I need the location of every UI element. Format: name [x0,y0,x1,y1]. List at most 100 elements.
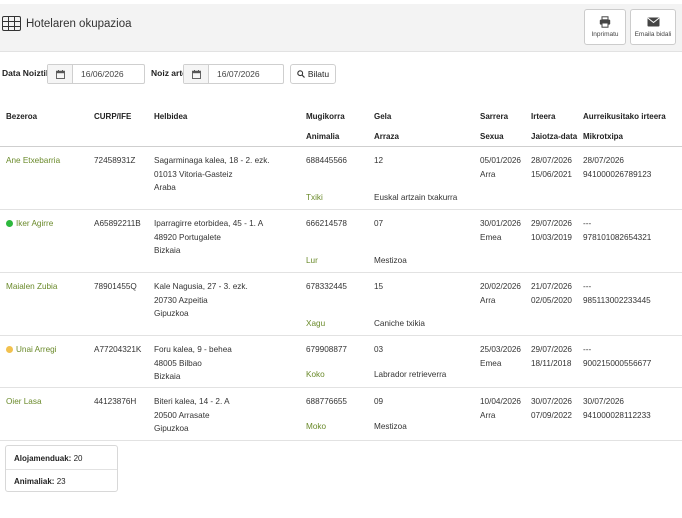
cell-birth: 07/09/2022 [531,409,572,423]
cell-addr2: 48005 Bilbao [154,357,202,371]
table-row: Ane Etxebarria 72458931Z Sagarminaga kalea… [0,147,682,210]
cell-checkin: 25/03/2026 [480,343,521,357]
cell-breed: Caniche txikia [374,317,425,331]
calendar-icon [48,65,73,83]
checkin-text: 30/01/2026 [480,219,521,228]
cell-addr1: Kale Nagusia, 27 - 3. ezk. [154,280,248,294]
breed-text: Mestizoa [374,256,407,265]
col-breed: Arraza [374,132,399,141]
checkin-text: 05/01/2026 [480,156,521,165]
addr2-text: 01013 Vitoria-Gasteiz [154,169,233,179]
birth-text: 10/03/2019 [531,233,572,242]
chip-text: 900215000556677 [583,359,652,368]
cell-chip: 941000026789123 [583,168,651,182]
phone-text: 678332445 [306,282,347,291]
pet-text: Lur [306,256,318,265]
cell-guest[interactable]: Maialen Zubia [6,280,57,294]
addr1-text: Iparragirre etorbidea, 45 - 1. A [154,219,264,228]
guest-text: Maialen Zubia [6,282,58,291]
cell-addr2: 48920 Portugalete [154,231,221,245]
cell-addr2: 20730 Azpeitia [154,294,208,308]
cell-chip: 900215000556677 [583,357,651,371]
cell-checkin: 05/01/2026 [480,154,521,168]
from-label: Data Noiztik [2,68,51,78]
summary-box: Alojamenduak: 20 Animaliak: 23 [5,445,118,492]
col-birth: Jaiotza-data [531,132,578,141]
cell-checkin: 30/01/2026 [480,217,521,231]
cell-guest[interactable]: Ane Etxebarria [6,154,60,168]
status-dot-icon [6,219,13,227]
cell-sex: Arra [480,294,495,308]
pet-text: Xagu [306,319,326,328]
print-button[interactable]: Inprimatu [584,9,626,45]
cell-phone: 666214578 [306,217,347,231]
curp-text: 44123876H [94,397,137,406]
addr1-text: Kale Nagusia, 27 - 3. ezk. [154,282,248,291]
stays-summary: Alojamenduak: 20 [14,454,82,463]
col-checkout: Irteera [531,112,556,121]
breed-text: Labrador retrieverra [374,370,447,379]
date-filters: Data Noiztik 16/06/2026 Noiz arte 16/07/… [0,62,682,84]
chip-text: 941000028112233 [583,411,651,420]
search-button[interactable]: Bilatu [290,64,336,84]
cell-breed: Labrador retrieverra [374,368,446,382]
cell-addr3: Bizkaia [154,370,180,384]
envelope-icon [646,16,660,28]
prev-checkout-text: --- [583,219,592,228]
cell-pet[interactable]: Txiki [306,191,323,205]
cell-pet[interactable]: Koko [306,368,325,382]
cell-chip: 978101082654321 [583,231,651,245]
checkout-text: 28/07/2026 [531,156,572,165]
col-animal: Animalia [306,132,340,141]
cell-guest[interactable]: Unai Arregi [6,343,57,357]
from-date-input[interactable]: 16/06/2026 [47,64,145,84]
to-date-input[interactable]: 16/07/2026 [183,64,284,84]
cell-checkin: 20/02/2026 [480,280,521,294]
addr3-text: Gipuzkoa [154,424,189,433]
cell-sex: Emea [480,231,501,245]
cell-chip: 985113002233445 [583,294,651,308]
cell-addr1: Iparragirre etorbidea, 45 - 1. A [154,217,263,231]
pet-text: Koko [306,370,325,379]
prev-checkout-text: --- [583,345,592,354]
addr3-text: Gipuzkoa [154,309,189,318]
cell-addr1: Sagarminaga kalea, 18 - 2. ezk. [154,154,270,168]
cell-addr1: Biteri kalea, 14 - 2. A [154,395,230,409]
cell-curp: 78901455Q [94,280,137,294]
cell-guest[interactable]: Iker Agirre [6,217,53,231]
cell-pet[interactable]: Moko [306,420,326,434]
cell-sex: Arra [480,168,495,182]
cell-addr2: 01013 Vitoria-Gasteiz [154,168,233,182]
cell-guest[interactable]: Oier Lasa [6,395,42,409]
addr1-text: Biteri kalea, 14 - 2. A [154,397,230,406]
summary-divider [6,469,117,470]
sex-text: Emea [480,359,502,368]
email-button[interactable]: Emaila bidali [630,9,676,45]
curp-text: 72458931Z [94,156,136,165]
addr2-text: 20730 Azpeitia [154,295,208,305]
sex-text: Arra [480,296,496,305]
cell-birth: 02/05/2020 [531,294,572,308]
cell-checkin: 10/04/2026 [480,395,521,409]
checkout-text: 30/07/2026 [531,397,572,406]
col-sex: Sexua [480,132,504,141]
checkin-text: 20/02/2026 [480,282,521,291]
phone-text: 688776655 [306,397,347,406]
from-date-value: 16/06/2026 [81,69,124,79]
sex-text: Emea [480,233,502,242]
birth-text: 18/11/2018 [531,359,572,368]
cell-addr2: 20500 Arrasate [154,409,210,423]
cell-pet[interactable]: Xagu [306,317,325,331]
guest-text: Oier Lasa [6,397,42,406]
breed-text: Mestizoa [374,422,407,431]
cell-room: 03 [374,343,383,357]
status-dot-icon [6,345,13,353]
cell-prev-checkout: 28/07/2026 [583,154,624,168]
cell-sex: Emea [480,357,501,371]
addr3-text: Araba [154,183,176,192]
cell-pet[interactable]: Lur [306,254,318,268]
birth-text: 07/09/2022 [531,411,572,420]
addr2-text: 20500 Arrasate [154,410,210,420]
chip-text: 978101082654321 [583,233,652,242]
curp-text: A65892211B [94,219,141,228]
